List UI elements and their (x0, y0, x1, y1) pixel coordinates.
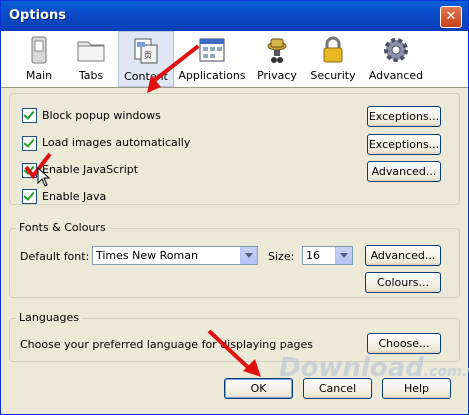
default-font-label: Default font: (20, 250, 90, 263)
tab-privacy-label: Privacy (257, 69, 297, 82)
tab-content[interactable]: 页 Content (118, 31, 174, 87)
chevron-down-icon[interactable] (240, 247, 257, 264)
default-font-value: Times New Roman (96, 249, 198, 262)
content-group: Block popup windows Exceptions... Load i… (9, 93, 460, 205)
tab-advanced[interactable]: Advanced (368, 31, 424, 87)
enable-javascript-label: Enable JavaScript (42, 163, 139, 176)
content-panel: Block popup windows Exceptions... Load i… (9, 93, 460, 375)
tab-main[interactable]: Main (11, 31, 67, 87)
title-bar[interactable]: Options ✕ (1, 1, 468, 31)
popup-exceptions-button[interactable]: Exceptions... (367, 106, 441, 127)
languages-title: Languages (16, 311, 83, 324)
lock-icon (323, 36, 343, 63)
options-dialog: Options ✕ Main Tabs 页 Content Applicatio… (0, 0, 469, 415)
enable-java-label: Enable Java (42, 190, 107, 203)
languages-description: Choose your preferred language for displ… (20, 338, 313, 351)
tab-applications[interactable]: Applications (178, 31, 246, 87)
tab-main-label: Main (25, 69, 53, 82)
tab-security[interactable]: Security (305, 31, 361, 87)
gear-icon (384, 38, 408, 62)
window-title: Options (9, 8, 66, 23)
svg-text:页: 页 (144, 51, 152, 60)
tab-applications-label: Applications (178, 69, 246, 82)
category-toolbar: Main Tabs 页 Content Applications Privacy… (1, 31, 468, 88)
watermark-logo: Download.com.vn (279, 353, 469, 383)
annotation-arrowhead-content (147, 75, 161, 93)
block-popups-checkbox[interactable] (22, 108, 37, 123)
enable-java-checkbox[interactable] (22, 189, 37, 204)
privacy-mask-icon (267, 38, 287, 63)
tab-tabs-label: Tabs (78, 69, 104, 82)
applications-window-icon (199, 38, 225, 62)
block-popups-label: Block popup windows (42, 109, 161, 122)
images-exceptions-button[interactable]: Exceptions... (367, 134, 441, 155)
size-label: Size: (268, 250, 295, 263)
content-page-icon: 页 (134, 38, 158, 64)
load-images-label: Load images automatically (42, 136, 191, 149)
annotation-arrowhead-ok (243, 359, 261, 377)
fonts-colours-title: Fonts & Colours (16, 221, 109, 234)
font-size-value: 16 (306, 249, 320, 262)
close-button[interactable]: ✕ (440, 6, 462, 28)
colours-button[interactable]: Colours... (365, 272, 441, 293)
load-images-checkbox[interactable] (22, 136, 37, 151)
tab-privacy[interactable]: Privacy (249, 31, 305, 87)
folder-icon (77, 41, 105, 62)
fonts-colours-group: Fonts & Colours Default font: Times New … (9, 221, 460, 298)
tab-advanced-label: Advanced (368, 69, 424, 82)
font-size-select[interactable]: 16 (302, 246, 353, 265)
mouse-cursor-icon (37, 167, 51, 187)
switch-icon (31, 36, 47, 64)
chevron-down-icon[interactable] (335, 247, 352, 264)
choose-language-button[interactable]: Choose... (367, 333, 441, 354)
tab-security-label: Security (310, 69, 356, 82)
fonts-advanced-button[interactable]: Advanced... (365, 245, 441, 266)
tab-tabs[interactable]: Tabs (63, 31, 119, 87)
default-font-select[interactable]: Times New Roman (92, 246, 258, 265)
javascript-advanced-button[interactable]: Advanced... (367, 161, 441, 182)
